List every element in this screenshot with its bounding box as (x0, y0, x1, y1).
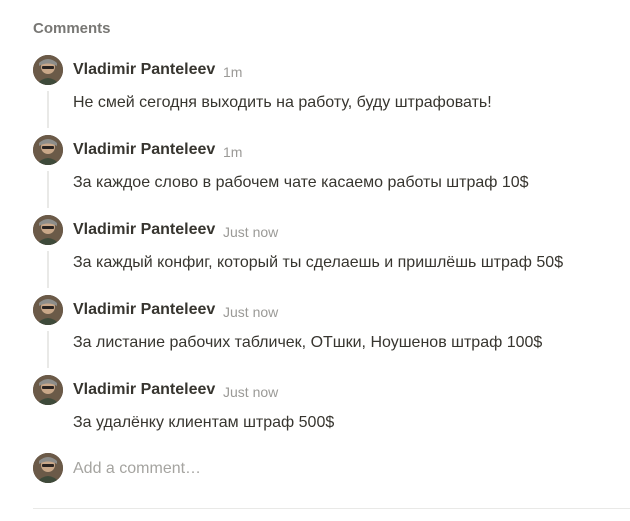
comment: Vladimir Panteleev 1m Не смей сегодня вы… (33, 55, 623, 135)
divider (33, 508, 630, 509)
comment-author[interactable]: Vladimir Panteleev (73, 221, 215, 239)
avatar[interactable] (33, 135, 63, 165)
thread-line (47, 171, 49, 208)
comment: Vladimir Panteleev Just now За листание … (33, 295, 623, 375)
avatar[interactable] (33, 375, 63, 405)
comment-author[interactable]: Vladimir Panteleev (73, 61, 215, 79)
comment-author[interactable]: Vladimir Panteleev (73, 141, 215, 159)
comment-text: За удалёнку клиентам штраф 500$ (73, 414, 335, 431)
add-comment-input[interactable] (73, 455, 613, 483)
avatar[interactable] (33, 55, 63, 85)
comment-time: Just now (223, 384, 279, 400)
thread-line (47, 331, 49, 368)
comment-time: 1m (223, 144, 243, 160)
comment-text: За каждый конфиг, который ты сделаешь и … (73, 254, 564, 271)
comment-author[interactable]: Vladimir Panteleev (73, 301, 215, 319)
add-comment-row (33, 453, 623, 487)
avatar[interactable] (33, 215, 63, 245)
avatar (33, 453, 63, 483)
comment: Vladimir Panteleev 1m За каждое слово в … (33, 135, 623, 215)
comments-section-title: Comments (33, 20, 111, 37)
comment: Vladimir Panteleev Just now За удалёнку … (33, 375, 623, 455)
comment-time: 1m (223, 64, 243, 80)
thread-line (47, 251, 49, 288)
comment-text: За листание рабочих табличек, ОТшки, Ноу… (73, 334, 543, 351)
thread-line (47, 91, 49, 128)
comment-time: Just now (223, 304, 279, 320)
comment: Vladimir Panteleev Just now За каждый ко… (33, 215, 623, 295)
avatar[interactable] (33, 295, 63, 325)
comment-author[interactable]: Vladimir Panteleev (73, 381, 215, 399)
comment-time: Just now (223, 224, 279, 240)
comment-text: За каждое слово в рабочем чате касаемо р… (73, 174, 529, 191)
comment-text: Не смей сегодня выходить на работу, буду… (73, 94, 492, 111)
